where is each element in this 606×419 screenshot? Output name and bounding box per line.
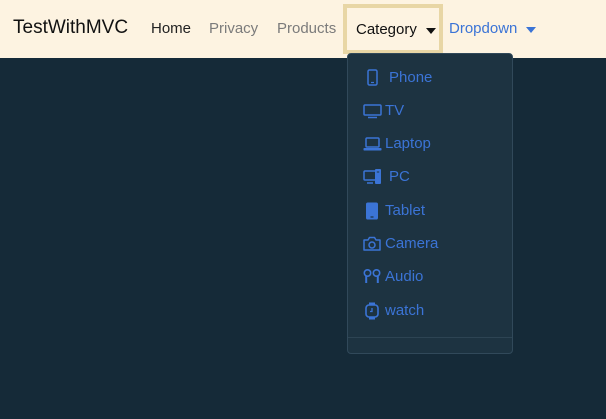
menu-item-tv[interactable]: TV — [363, 100, 503, 122]
nav-category-label: Category — [356, 21, 417, 38]
menu-item-label: Laptop — [385, 135, 431, 152]
nav-dropdown-toggle[interactable]: Dropdown — [449, 20, 517, 37]
menu-item-label: TV — [385, 102, 405, 119]
pc-icon — [363, 168, 383, 186]
camera-icon — [363, 235, 383, 253]
tv-icon — [363, 102, 383, 120]
earbuds-icon — [363, 268, 383, 286]
menu-item-camera[interactable]: Camera — [363, 233, 503, 255]
phone-icon — [363, 69, 383, 87]
menu-item-label: PC — [389, 168, 410, 185]
menu-item-label: Camera — [385, 235, 439, 252]
menu-item-audio[interactable]: Audio — [363, 266, 503, 288]
tablet-icon — [363, 202, 383, 220]
navbar: TestWithMVC Home Privacy Products Catego… — [0, 0, 606, 58]
nav-link-privacy[interactable]: Privacy — [209, 20, 258, 37]
menu-item-label: Audio — [385, 268, 424, 285]
menu-item-laptop[interactable]: Laptop — [363, 133, 503, 155]
watch-icon — [363, 302, 383, 320]
laptop-icon — [363, 135, 383, 153]
brand-link[interactable]: TestWithMVC — [13, 17, 128, 39]
menu-item-watch[interactable]: watch — [363, 300, 503, 322]
menu-item-phone[interactable]: Phone — [363, 67, 503, 89]
nav-category-dropdown-toggle[interactable]: Category — [343, 4, 443, 54]
menu-item-label: Tablet — [385, 202, 426, 219]
nav-link-products[interactable]: Products — [277, 20, 336, 37]
menu-item-label: watch — [385, 302, 425, 319]
caret-down-icon — [526, 27, 536, 33]
menu-item-tablet[interactable]: Tablet — [363, 200, 503, 222]
menu-divider — [348, 337, 512, 338]
category-dropdown-menu: Phone TV Laptop PC Tablet Camera Audio w… — [347, 53, 513, 354]
nav-link-home[interactable]: Home — [151, 20, 191, 37]
menu-item-label: Phone — [389, 69, 433, 86]
menu-item-pc[interactable]: PC — [363, 166, 503, 188]
caret-down-icon — [426, 28, 436, 34]
